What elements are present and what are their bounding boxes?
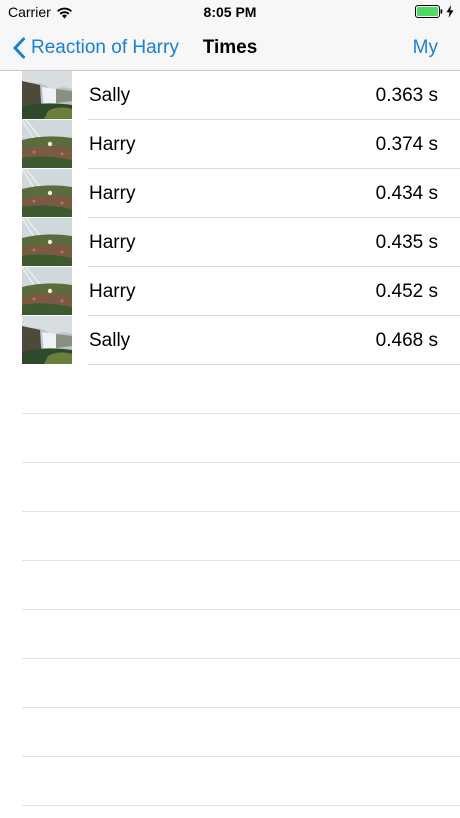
- table-row[interactable]: Harry 0.452 s: [0, 267, 460, 316]
- table-row[interactable]: Harry 0.434 s: [0, 169, 460, 218]
- empty-row: [0, 757, 460, 806]
- empty-row: [0, 414, 460, 463]
- row-name: Harry: [89, 232, 136, 253]
- row-time: 0.363 s: [375, 85, 438, 106]
- navigation-bar: Reaction of Harry Times My: [0, 24, 460, 71]
- empty-row: [0, 463, 460, 512]
- empty-row: [0, 659, 460, 708]
- row-name: Sally: [89, 330, 131, 351]
- row-time: 0.452 s: [375, 281, 438, 302]
- waterfall-thumbnail: [22, 316, 72, 364]
- times-table: Sally 0.363 s Harry 0.374 s Harry 0.434 …: [0, 71, 460, 806]
- meadow-thumbnail: [22, 267, 72, 315]
- empty-row: [0, 512, 460, 561]
- table-row[interactable]: Sally 0.468 s: [0, 316, 460, 365]
- row-name: Harry: [89, 183, 136, 204]
- table-row[interactable]: Sally 0.363 s: [0, 71, 460, 120]
- chevron-left-icon: [13, 37, 25, 58]
- meadow-thumbnail: [22, 169, 72, 217]
- bolt-icon: [446, 5, 454, 18]
- status-bar: Carrier 8:05 PM: [0, 0, 460, 24]
- back-button[interactable]: Reaction of Harry: [12, 24, 179, 71]
- waterfall-thumbnail: [22, 71, 72, 119]
- back-button-label: Reaction of Harry: [31, 36, 179, 58]
- row-time: 0.468 s: [375, 330, 438, 351]
- status-time: 8:05 PM: [203, 4, 257, 20]
- battery-icon: [415, 5, 443, 18]
- row-time: 0.434 s: [375, 183, 438, 204]
- row-time: 0.435 s: [375, 232, 438, 253]
- empty-row: [0, 708, 460, 757]
- row-divider: [22, 805, 460, 806]
- row-time: 0.374 s: [375, 134, 438, 155]
- table-row[interactable]: Harry 0.435 s: [0, 218, 460, 267]
- battery-group: [415, 5, 454, 18]
- row-name: Harry: [89, 134, 136, 155]
- empty-row: [0, 610, 460, 659]
- row-name: Sally: [89, 85, 131, 106]
- table-row[interactable]: Harry 0.374 s: [0, 120, 460, 169]
- meadow-thumbnail: [22, 120, 72, 168]
- empty-row: [0, 365, 460, 414]
- meadow-thumbnail: [22, 218, 72, 266]
- empty-row: [0, 561, 460, 610]
- row-name: Harry: [89, 281, 136, 302]
- my-button[interactable]: My: [413, 24, 438, 71]
